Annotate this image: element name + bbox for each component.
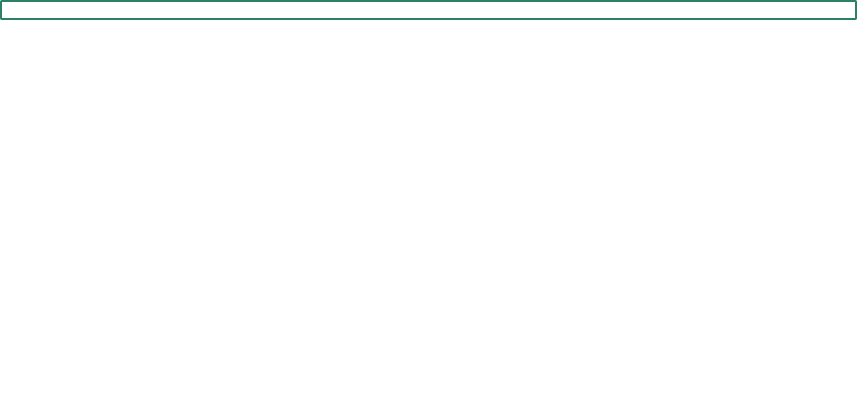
app-body: 项目管理▴•正式项目设计管理▾需求管理▾补库管理▾补库策略▾系统管理▾ 项目定义… [0,0,857,20]
app-window: 国家电网 STATE GRID 国网福建省电力有限公司 STATE GRID F… [0,0,857,20]
main-content: 项目定义: 项目名称: 项目单位: 项目负责人: [0,0,857,20]
table-zone: 批次一级单位单位名称一级工程名称项目定义号下达日期国网分类项目单位竣工年份总投资… [0,0,857,20]
data-table-wrap: 批次一级单位单位名称一级工程名称项目定义号下达日期国网分类项目单位竣工年份总投资… [0,0,857,20]
table-panel: 新增删除模板下载分配项目经理批量导入 [0,0,857,20]
